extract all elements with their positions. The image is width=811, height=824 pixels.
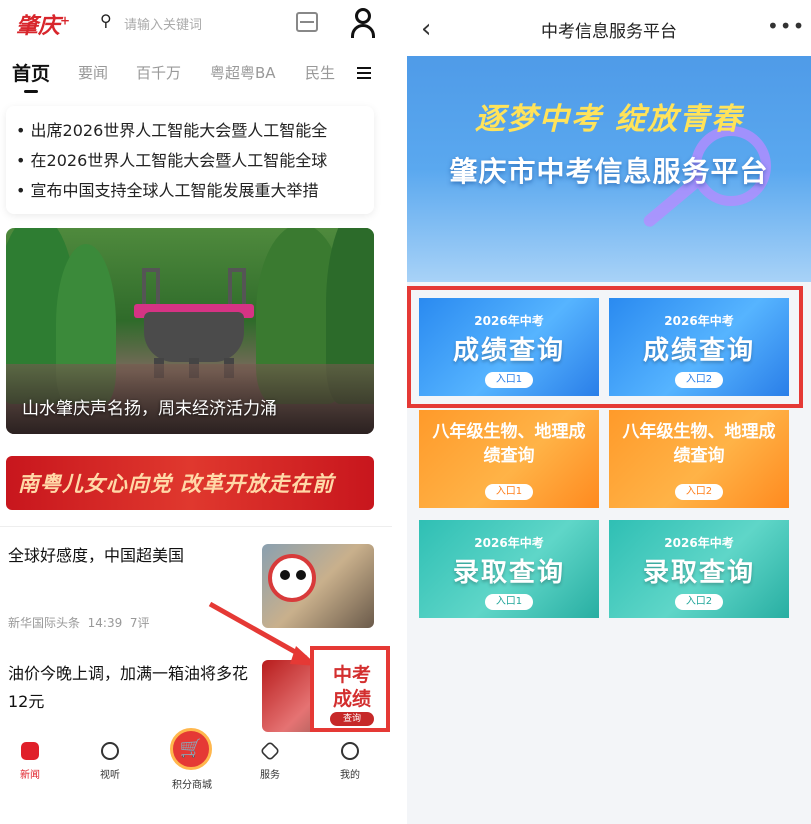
channel-tabs: 首页 要闻 百千万 粤超粤BA 民生: [0, 54, 392, 94]
user-icon[interactable]: [350, 8, 376, 38]
headline-item[interactable]: • 宣布中国支持全球人工智能发展重大举措: [16, 176, 364, 206]
active-tab-indicator: [24, 90, 38, 93]
banner-caption: 山水肇庆声名扬，周末经济活力涌: [22, 399, 277, 419]
nav-mall[interactable]: 积分商城: [162, 770, 222, 791]
headline-card: • 出席2026世界人工智能大会暨人工智能全 • 在2026世界人工智能大会暨人…: [6, 106, 374, 214]
grade8-query-entry-1[interactable]: 八年级生物、地理成绩查询 入口1: [419, 410, 599, 508]
bronze-ding-image: [134, 268, 254, 378]
news-meta: 新华国际头条 14:39 7评: [8, 616, 150, 630]
admission-query-entry-2[interactable]: 2026年中考 录取查询 入口2: [609, 520, 789, 618]
scan-icon[interactable]: [296, 12, 318, 32]
play-icon: [101, 742, 119, 760]
more-icon[interactable]: •••: [767, 14, 805, 38]
news-icon: [21, 742, 39, 760]
carousel-banner[interactable]: 山水肇庆声名扬，周末经济活力涌: [6, 228, 374, 434]
search-placeholder: 请输入关键词: [124, 18, 203, 33]
exam-score-badge[interactable]: 中考 成绩 查询: [310, 646, 390, 732]
nav-media[interactable]: 视听: [80, 742, 140, 781]
hero-slogan: 逐梦中考 绽放青春: [474, 102, 744, 137]
nav-profile[interactable]: 我的: [320, 742, 380, 781]
headline-item[interactable]: • 出席2026世界人工智能大会暨人工智能全: [16, 116, 364, 146]
search-bar[interactable]: ⚲ 请输入关键词: [90, 8, 330, 38]
grade8-query-entry-2[interactable]: 八年级生物、地理成绩查询 入口2: [609, 410, 789, 508]
tab-baiqianwan[interactable]: 百千万: [136, 62, 181, 83]
headline-item[interactable]: • 在2026世界人工智能大会暨人工智能全球: [16, 146, 364, 176]
title-bar: ‹ 中考信息服务平台 •••: [407, 0, 811, 56]
exam-platform-screen: ‹ 中考信息服务平台 ••• 逐梦中考 绽放青春 肇庆市中考信息服务平台 202…: [407, 0, 811, 824]
panel-separator: [392, 0, 407, 824]
diamond-icon: [259, 740, 281, 762]
hero-banner: 逐梦中考 绽放青春 肇庆市中考信息服务平台: [407, 56, 811, 282]
menu-icon[interactable]: [357, 66, 371, 80]
smile-icon: [341, 742, 359, 760]
tab-sports[interactable]: 粤超粤BA: [210, 62, 276, 83]
news-title[interactable]: 全球好感度，中国超美国: [8, 544, 248, 568]
admission-query-entry-1[interactable]: 2026年中考 录取查询 入口1: [419, 520, 599, 618]
carousel-dots: [146, 424, 192, 434]
slogan-banner[interactable]: 南粤儿女心向党 改革开放走在前: [6, 456, 374, 510]
search-icon: ⚲: [100, 11, 112, 30]
divider: [0, 526, 392, 527]
nav-service[interactable]: 服务: [240, 740, 300, 781]
tab-news[interactable]: 要闻: [78, 62, 108, 83]
news-app-screen: 肇庆+ ⚲ 请输入关键词 首页 要闻 百千万 粤超粤BA 民生 • 出席2026…: [0, 0, 392, 824]
tab-livelihood[interactable]: 民生: [305, 62, 335, 83]
nav-news[interactable]: 新闻: [0, 742, 60, 781]
highlight-frame: [407, 286, 803, 408]
app-logo: 肇庆+: [16, 13, 71, 39]
bottom-nav: 新闻 视听 积分商城 🛒 服务 我的: [0, 728, 392, 796]
tab-home[interactable]: 首页: [12, 59, 50, 86]
top-bar: 肇庆+ ⚲ 请输入关键词: [0, 0, 392, 48]
red-arrow-icon: [208, 601, 318, 666]
hero-title: 肇庆市中考信息服务平台: [449, 155, 769, 188]
cart-icon[interactable]: 🛒: [170, 728, 212, 770]
panda-image: [268, 554, 316, 602]
page-title: 中考信息服务平台: [541, 22, 677, 42]
